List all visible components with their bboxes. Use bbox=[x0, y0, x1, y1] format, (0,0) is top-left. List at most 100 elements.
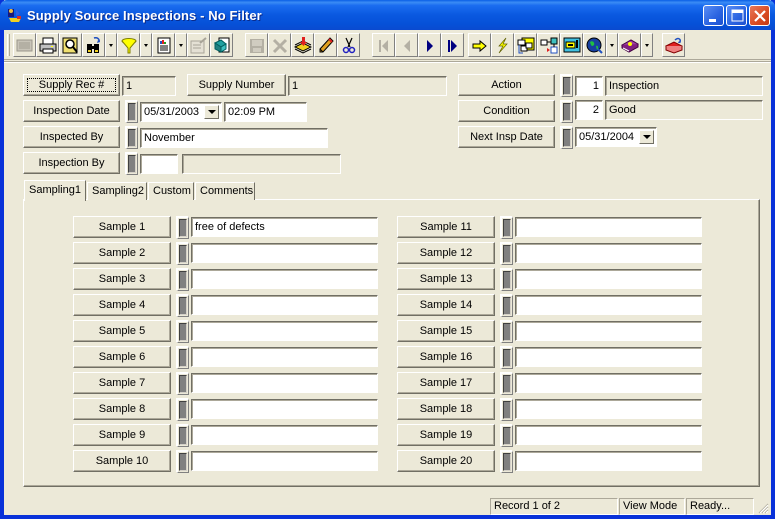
goto-button[interactable] bbox=[468, 33, 491, 57]
sample-value-field[interactable] bbox=[515, 399, 702, 419]
sample-value-field[interactable] bbox=[191, 295, 378, 315]
sample-value-field[interactable] bbox=[515, 373, 702, 393]
previous-record-button[interactable] bbox=[395, 33, 418, 57]
sample-label-button[interactable]: Sample 10 bbox=[73, 450, 171, 472]
first-record-button[interactable] bbox=[372, 33, 395, 57]
print-preview-button[interactable] bbox=[59, 33, 82, 57]
cut-button[interactable] bbox=[337, 33, 360, 57]
inspection-time-field[interactable]: 02:09 PM bbox=[224, 102, 307, 122]
action-button[interactable] bbox=[491, 33, 514, 57]
sample-label-button[interactable]: Sample 7 bbox=[73, 372, 171, 394]
sample-label-button[interactable]: Sample 6 bbox=[73, 346, 171, 368]
sample-label: Sample 5 bbox=[98, 325, 146, 337]
sample-value-field[interactable] bbox=[515, 243, 702, 263]
condition-lookup-button[interactable]: Condition bbox=[458, 100, 555, 122]
inspection-by-button[interactable]: Inspection By bbox=[23, 152, 120, 174]
tab-sampling2[interactable]: Sampling2 bbox=[87, 182, 147, 200]
sample-label-button[interactable]: Sample 9 bbox=[73, 424, 171, 446]
condition-code-field[interactable]: 2 bbox=[575, 100, 603, 120]
sample-label-button[interactable]: Sample 8 bbox=[73, 398, 171, 420]
sample-label-button[interactable]: Sample 19 bbox=[397, 424, 495, 446]
sample-value-field[interactable] bbox=[515, 217, 702, 237]
sample-value-field[interactable] bbox=[191, 347, 378, 367]
sample-value-field[interactable] bbox=[191, 451, 378, 471]
sample-label-button[interactable]: Sample 16 bbox=[397, 346, 495, 368]
supply-rec-button[interactable]: Supply Rec # bbox=[23, 74, 120, 96]
inspected-by-button[interactable]: Inspected By bbox=[23, 126, 120, 148]
sample-value-field[interactable] bbox=[191, 399, 378, 419]
maximize-button[interactable] bbox=[726, 5, 747, 26]
sample-value-field[interactable] bbox=[515, 451, 702, 471]
sample-value-field[interactable] bbox=[191, 373, 378, 393]
sample-label-button[interactable]: Sample 4 bbox=[73, 294, 171, 316]
edit-button[interactable] bbox=[314, 33, 337, 57]
last-record-button[interactable] bbox=[441, 33, 464, 57]
close-button[interactable] bbox=[749, 5, 770, 26]
sample-label-button[interactable]: Sample 2 bbox=[73, 242, 171, 264]
sample-label-button[interactable]: Sample 17 bbox=[397, 372, 495, 394]
minimize-button[interactable] bbox=[703, 5, 724, 26]
sample-label-button[interactable]: Sample 3 bbox=[73, 268, 171, 290]
title-bar[interactable]: Supply Source Inspections - No Filter bbox=[0, 0, 775, 30]
sample-label-button[interactable]: Sample 12 bbox=[397, 242, 495, 264]
sample-label-button[interactable]: Sample 13 bbox=[397, 268, 495, 290]
sample-value-field[interactable] bbox=[515, 295, 702, 315]
sample-value-field[interactable] bbox=[191, 269, 378, 289]
cancel-button[interactable] bbox=[268, 33, 291, 57]
action-lookup-button[interactable]: Action bbox=[458, 74, 555, 96]
tab-custom[interactable]: Custom bbox=[148, 182, 194, 200]
toolbar-grip[interactable] bbox=[7, 34, 10, 56]
sample-label-button[interactable]: Sample 14 bbox=[397, 294, 495, 316]
action-code-field[interactable]: 1 bbox=[575, 76, 603, 96]
filter-dropdown[interactable] bbox=[140, 33, 152, 57]
sample-value-field[interactable] bbox=[515, 321, 702, 341]
import-button[interactable] bbox=[291, 33, 314, 57]
inspection-by-code-field[interactable] bbox=[140, 154, 178, 174]
resize-grip-icon[interactable] bbox=[757, 502, 769, 514]
supply-number-button[interactable]: Supply Number bbox=[187, 74, 286, 96]
web-button[interactable] bbox=[583, 33, 606, 57]
report-button[interactable] bbox=[152, 33, 175, 57]
next-record-button[interactable] bbox=[418, 33, 441, 57]
sample-label-button[interactable]: Sample 18 bbox=[397, 398, 495, 420]
new-record-button[interactable] bbox=[13, 33, 36, 57]
tab-comments[interactable]: Comments bbox=[195, 182, 255, 200]
exit-button[interactable] bbox=[662, 33, 685, 57]
sample-value-field[interactable] bbox=[191, 321, 378, 341]
filter-button[interactable] bbox=[117, 33, 140, 57]
record-indicator bbox=[500, 242, 513, 265]
sample-value-field[interactable] bbox=[515, 425, 702, 445]
sample-value-field[interactable] bbox=[191, 243, 378, 263]
help-button[interactable] bbox=[618, 33, 641, 57]
sample-value-field[interactable] bbox=[191, 425, 378, 445]
sample-label-button[interactable]: Sample 20 bbox=[397, 450, 495, 472]
next-insp-date-button[interactable]: Next Insp Date bbox=[458, 126, 555, 148]
next-insp-date-dropdown[interactable] bbox=[639, 130, 654, 144]
workflow-button[interactable] bbox=[537, 33, 560, 57]
inspection-date-dropdown[interactable] bbox=[204, 105, 219, 119]
web-dropdown[interactable] bbox=[606, 33, 618, 57]
save-button[interactable] bbox=[245, 33, 268, 57]
sample-label-button[interactable]: Sample 11 bbox=[397, 216, 495, 238]
inspection-date-picker[interactable]: 05/31/2003 bbox=[140, 102, 222, 122]
find-dropdown[interactable] bbox=[105, 33, 117, 57]
help-dropdown[interactable] bbox=[641, 33, 653, 57]
report-dropdown[interactable] bbox=[175, 33, 187, 57]
find-button[interactable] bbox=[82, 33, 105, 57]
sample-value-field[interactable] bbox=[515, 347, 702, 367]
record-indicator bbox=[176, 242, 189, 265]
sample-label-button[interactable]: Sample 1 bbox=[73, 216, 171, 238]
edit-form-button[interactable] bbox=[187, 33, 210, 57]
relations-button[interactable] bbox=[514, 33, 537, 57]
print-button[interactable] bbox=[36, 33, 59, 57]
sample-label-button[interactable]: Sample 5 bbox=[73, 320, 171, 342]
sample-value-field[interactable]: free of defects bbox=[191, 217, 378, 237]
inspected-by-field[interactable]: November bbox=[140, 128, 328, 148]
tab-sampling1[interactable]: Sampling1 bbox=[24, 180, 86, 201]
copy-record-button[interactable] bbox=[210, 33, 233, 57]
screen-button[interactable] bbox=[560, 33, 583, 57]
next-insp-date-picker[interactable]: 05/31/2004 bbox=[575, 127, 657, 147]
sample-value-field[interactable] bbox=[515, 269, 702, 289]
inspection-date-button[interactable]: Inspection Date bbox=[23, 100, 120, 122]
sample-label-button[interactable]: Sample 15 bbox=[397, 320, 495, 342]
